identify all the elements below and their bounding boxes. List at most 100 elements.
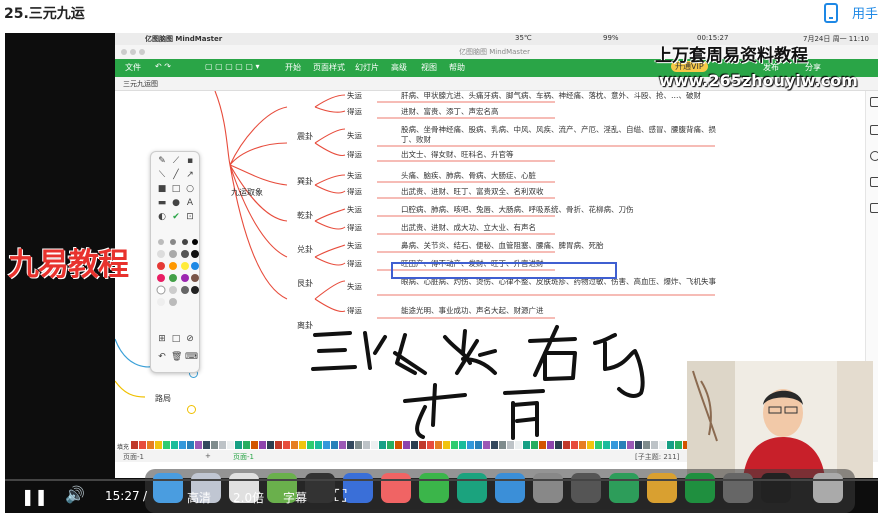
canvas-icon[interactable]: ⊞ bbox=[157, 334, 167, 344]
menu-slides[interactable]: 幻灯片 bbox=[355, 62, 379, 73]
topic-xun[interactable]: 巽卦 bbox=[297, 176, 313, 187]
menubar-temp: 35℃ bbox=[515, 34, 532, 42]
text-qian-lose[interactable]: 头痛、脑疾、肺病、骨病、大肠症、心脏 bbox=[401, 171, 536, 181]
label-zhen-lose[interactable]: 失运 bbox=[347, 91, 362, 101]
quick-tools-icon[interactable]: ▢ ▢ ▢ ▢ ▢ ▾ bbox=[205, 62, 260, 71]
page-tab[interactable]: 页面-1 bbox=[233, 452, 254, 462]
line-icon[interactable]: ╱ bbox=[171, 170, 181, 180]
topic-qian[interactable]: 乾卦 bbox=[297, 210, 313, 221]
fill-shape-icon[interactable]: ▬ bbox=[157, 198, 167, 208]
menu-page-style[interactable]: 页面样式 bbox=[313, 62, 345, 73]
root-topic[interactable]: 九运取象 bbox=[231, 187, 263, 198]
window-title: 亿图脑图 MindMaster bbox=[459, 48, 530, 56]
menu-start[interactable]: 开始 bbox=[285, 62, 301, 73]
arrow-icon[interactable]: ↗ bbox=[185, 170, 195, 180]
no-fill-icon[interactable]: ⊘ bbox=[185, 334, 195, 344]
pen-icon[interactable]: ✎ bbox=[157, 156, 167, 166]
check-icon[interactable]: ✔ bbox=[171, 212, 181, 222]
menubar-battery: 99% bbox=[603, 34, 619, 42]
text-li-gain[interactable]: 能途光明、事业成功、声名大起、财源广进 bbox=[401, 306, 544, 316]
quality-button[interactable]: 高清 bbox=[187, 489, 211, 506]
window-minimize-button[interactable] bbox=[130, 49, 136, 55]
label-zhen-gain[interactable]: 得运 bbox=[347, 107, 362, 117]
highlight-box bbox=[391, 262, 617, 279]
app-name[interactable]: 亿图脑图 MindMaster bbox=[145, 34, 222, 44]
undo-tool-icon[interactable]: ↶ bbox=[157, 352, 167, 362]
brush-icon[interactable]: ⟍ bbox=[157, 170, 167, 180]
dot-icon[interactable]: ● bbox=[171, 198, 181, 208]
rect-fill-icon[interactable]: ■ bbox=[157, 184, 167, 194]
label-qian-gain[interactable]: 得运 bbox=[347, 187, 362, 197]
watermark-line1: 上万套周易资料教程 bbox=[655, 46, 808, 66]
clipart-icon[interactable] bbox=[870, 151, 878, 161]
info-icon[interactable] bbox=[187, 405, 196, 414]
player-controls: ❚❚ 🔊 15:27 / 高清 2.0倍 字幕 ⛶ bbox=[5, 479, 878, 513]
text-dui-lose[interactable]: 口腔病、肺病、咳吧、兔唇、大肠病、呼吸系统、骨折、花柳病、刀伤 bbox=[401, 205, 634, 215]
highlighter-icon[interactable]: ⟋ bbox=[171, 156, 181, 166]
use-phone-link[interactable]: 用手 bbox=[852, 3, 878, 22]
window-close-button[interactable] bbox=[121, 49, 127, 55]
menu-file[interactable]: 文件 bbox=[125, 62, 141, 73]
label-dui-lose[interactable]: 失运 bbox=[347, 205, 362, 215]
menu-view[interactable]: 视图 bbox=[421, 62, 437, 73]
window-zoom-button[interactable] bbox=[139, 49, 145, 55]
text-qian-gain[interactable]: 出武贵、进财、旺丁、富贵双全、名利双收 bbox=[401, 187, 544, 197]
label-gen-lose[interactable]: 失运 bbox=[347, 241, 362, 251]
text-icon[interactable]: A bbox=[185, 198, 195, 208]
label-xun-gain[interactable]: 得运 bbox=[347, 150, 362, 160]
menu-advanced[interactable]: 高级 bbox=[391, 62, 407, 73]
text-zhen-gain[interactable]: 进财、富贵、添丁、声宏名高 bbox=[401, 107, 499, 117]
text-gen-lose[interactable]: 鼻病、关节炎、结石、便秘、血管阻塞、腰痛、脾胃病、死胎 bbox=[401, 241, 604, 251]
brand-logo: 九易教程 bbox=[8, 247, 129, 283]
webcam-overlay bbox=[687, 361, 873, 478]
image-icon[interactable] bbox=[870, 125, 878, 135]
subtitle-button[interactable]: 字幕 bbox=[283, 489, 307, 506]
fullscreen-icon[interactable]: ⛶ bbox=[335, 486, 346, 506]
label-xun-lose[interactable]: 失运 bbox=[347, 131, 362, 141]
keyboard-icon[interactable]: ⌨ bbox=[185, 352, 198, 362]
speed-button[interactable]: 2.0倍 bbox=[233, 489, 264, 506]
fill-label: 填充 bbox=[117, 444, 130, 451]
add-page-button[interactable]: + bbox=[205, 452, 211, 460]
select-icon[interactable]: ⊡ bbox=[185, 212, 195, 222]
handwriting-strokes bbox=[311, 325, 645, 440]
menubar-date: 7月24日 周一 11:10 bbox=[803, 35, 869, 43]
phone-icon[interactable] bbox=[824, 3, 838, 23]
undo-icon[interactable]: ↶ ↷ bbox=[155, 62, 171, 71]
color-swatches[interactable] bbox=[151, 232, 201, 332]
topic-count: [子主题: 211] bbox=[635, 453, 680, 461]
page-title: 25.三元九运 bbox=[4, 6, 85, 22]
video-player[interactable]: 亿图脑图 MindMaster 35℃ 99% 00:15:27 7月24日 周… bbox=[5, 33, 878, 513]
page-selector[interactable]: 页面-1 bbox=[123, 452, 144, 462]
topic-gen[interactable]: 艮卦 bbox=[297, 278, 313, 289]
style-icon[interactable] bbox=[870, 97, 878, 107]
rect-icon[interactable]: □ bbox=[171, 184, 181, 194]
menu-help[interactable]: 帮助 bbox=[449, 62, 465, 73]
circle-icon[interactable]: ○ bbox=[185, 184, 195, 194]
annotation-toolbar: ✎ ⟋ ▪ ⟍ ╱ ↗ ■ □ ○ ▬ ● A ◐ ✔ ⊡ ⊞ □ ⊘ ↶ 🗑 … bbox=[150, 151, 200, 373]
watermark-url: www.265zhouyiw.com bbox=[659, 71, 858, 90]
time-separator: / bbox=[143, 489, 148, 503]
label-dui-gain[interactable]: 得运 bbox=[347, 223, 362, 233]
text-zhen-lose[interactable]: 肝病、甲状腺亢进、头痛牙病、脚气病、车祸、神经痛、落枕、意外、斗殴、抢、…、破财 bbox=[401, 91, 701, 101]
topic-route[interactable]: 路局 bbox=[155, 393, 171, 404]
eraser-icon[interactable]: ◐ bbox=[157, 212, 167, 222]
text-xun-lose[interactable]: 股病、坐骨神经痛、股病、乳病、中风、风疾、流产、产厄、淫乱、自缢、感冒、腰腹背痛… bbox=[401, 125, 719, 145]
pause-icon[interactable]: ❚❚ bbox=[21, 487, 48, 506]
presenter-video bbox=[687, 361, 873, 478]
label-gen-gain[interactable]: 得运 bbox=[347, 259, 362, 269]
topic-dui[interactable]: 兑卦 bbox=[297, 244, 313, 255]
label-qian-lose[interactable]: 失运 bbox=[347, 171, 362, 181]
topic-zhen[interactable]: 震卦 bbox=[297, 131, 313, 142]
square-icon[interactable]: □ bbox=[171, 334, 181, 344]
volume-icon[interactable]: 🔊 bbox=[65, 485, 85, 504]
outline-icon[interactable] bbox=[870, 203, 878, 213]
marker-icon[interactable]: ▪ bbox=[185, 156, 195, 166]
text-xun-gain[interactable]: 出文士、得女财、旺科名、升官等 bbox=[401, 150, 514, 160]
current-time: 15:27 bbox=[105, 489, 140, 503]
text-dui-gain[interactable]: 出武贵、进财、成大功、立大业、有声名 bbox=[401, 223, 536, 233]
label-li-gain[interactable]: 得运 bbox=[347, 306, 362, 316]
task-icon[interactable] bbox=[870, 177, 878, 187]
label-li-lose[interactable]: 失运 bbox=[347, 282, 362, 292]
trash-icon[interactable]: 🗑 bbox=[171, 352, 182, 362]
